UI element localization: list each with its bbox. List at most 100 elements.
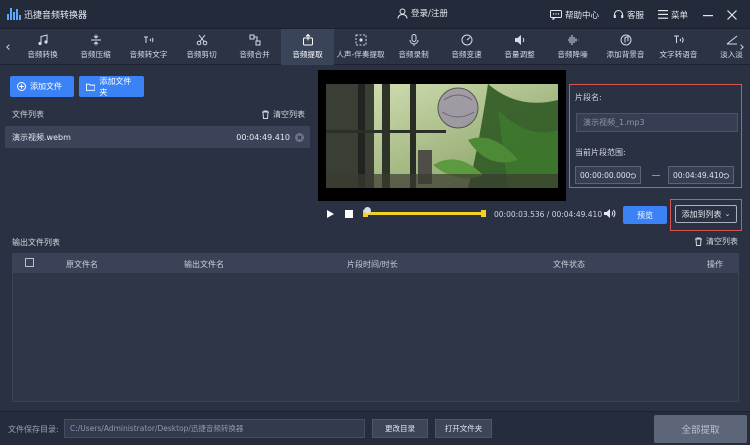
tool-denoise[interactable]: 音频降噪	[546, 29, 599, 65]
tool-volume[interactable]: 音量调整	[493, 29, 546, 65]
tool-text-to-speech[interactable]: 文字转语音	[652, 29, 705, 65]
selected-range[interactable]	[366, 212, 483, 215]
stop-icon[interactable]	[345, 210, 353, 218]
add-file-button[interactable]: 添加文件	[10, 76, 74, 97]
tool-label: 音频合并	[239, 50, 270, 59]
video-preview[interactable]	[318, 70, 566, 201]
menu-link[interactable]: 菜单	[657, 9, 688, 21]
player-controls: 00:00:03.536 / 00:04:49.410	[318, 204, 618, 224]
output-list-title: 输出文件列表	[12, 238, 60, 247]
extract-all-button[interactable]: 全部提取	[654, 415, 747, 443]
tool-label: 音频录制	[398, 50, 429, 59]
scroll-right-button[interactable]: ›	[735, 29, 749, 65]
tool-speed[interactable]: 音频变速	[440, 29, 493, 65]
tool-extract[interactable]: 音频提取	[281, 29, 334, 65]
clear-output-button[interactable]: 清空列表	[694, 236, 738, 247]
trash-icon	[695, 237, 702, 246]
col-clip-time: 片段时间/时长	[347, 260, 398, 269]
col-file-status: 文件状态	[553, 260, 585, 269]
add-file-label: 添加文件	[30, 82, 62, 91]
tool-label: 添加背景音	[606, 50, 645, 59]
tool-compress[interactable]: 音频压缩	[69, 29, 122, 65]
add-folder-button[interactable]: 添加文件夹	[79, 76, 144, 97]
tool-label: 文字转语音	[659, 50, 698, 59]
folder-icon	[86, 83, 96, 91]
tool-background-music[interactable]: 添加背景音	[599, 29, 652, 65]
volume-icon	[514, 34, 526, 46]
file-list-header: 文件列表 清空列表	[5, 104, 310, 125]
close-icon	[727, 9, 737, 20]
range-end-input[interactable]: 00:04:49.410	[668, 166, 734, 184]
file-duration: 00:04:49.410	[236, 132, 290, 142]
tool-audio-to-text[interactable]: 音频转文字	[122, 29, 175, 65]
chevron-right-icon: ›	[739, 39, 745, 55]
menu-icon	[657, 10, 668, 19]
tool-scissors[interactable]: 音频剪切	[175, 29, 228, 65]
tool-music-note[interactable]: 音频转换	[16, 29, 69, 65]
minimize-button[interactable]	[702, 9, 714, 21]
preview-button[interactable]: 预览	[623, 206, 667, 224]
tool-label: 音频变速	[451, 50, 482, 59]
add-to-list-label: 添加到列表	[681, 209, 722, 219]
tool-list: 音频转换 音频压缩 音频转文字 音频剪切 音频合并 音频提取 人声-伴奏提取 音频录制 音频变速…	[16, 29, 750, 65]
help-center-link[interactable]: 帮助中心	[549, 9, 599, 21]
open-folder-label: 打开文件夹	[444, 424, 483, 433]
speaker-icon	[604, 209, 616, 218]
open-folder-button[interactable]: 打开文件夹	[435, 419, 492, 438]
scissors-icon	[196, 34, 208, 46]
headset-icon	[613, 10, 624, 18]
reset-end-icon[interactable]	[723, 171, 730, 180]
microphone-icon	[408, 34, 420, 46]
clip-name-label: 片段名:	[575, 93, 602, 102]
chevron-left-icon: ‹	[5, 39, 11, 55]
video-frame-image	[318, 70, 566, 201]
app-logo-icon	[7, 8, 21, 20]
customer-service-link[interactable]: 客服	[613, 9, 644, 21]
range-end-value: 00:04:49.410	[673, 170, 724, 180]
tool-label: 音频转文字	[129, 50, 168, 59]
change-dir-button[interactable]: 更改目录	[372, 419, 428, 438]
file-list-label: 文件列表	[12, 110, 44, 119]
playback-time: 00:00:03.536 / 00:04:49.410	[494, 210, 602, 219]
clear-file-list-button[interactable]: 清空列表	[261, 109, 305, 120]
remove-file-icon[interactable]	[295, 132, 304, 142]
clear-file-list-label: 清空列表	[273, 110, 305, 119]
time-separator: /	[546, 210, 550, 219]
background-music-icon	[620, 34, 632, 46]
file-list-item[interactable]: 演示视频.webm 00:04:49.410	[5, 126, 310, 148]
denoise-icon	[567, 34, 579, 46]
tool-label: 音频提取	[292, 50, 323, 59]
clip-name-input[interactable]: 演示视频_1.mp3	[576, 113, 738, 132]
login-link[interactable]: 登录/注册	[397, 7, 448, 19]
play-icon[interactable]	[327, 210, 334, 218]
range-dash	[652, 175, 660, 176]
close-button[interactable]	[726, 9, 738, 21]
tool-microphone[interactable]: 音频录制	[387, 29, 440, 65]
help-chat-icon	[549, 9, 562, 20]
plus-circle-icon	[17, 82, 26, 91]
save-dir-input[interactable]: C:/Users/Administrator/Desktop/迅捷音频转换器	[64, 419, 365, 438]
extract-icon	[302, 34, 314, 46]
total-time: 00:04:49.410	[551, 210, 603, 219]
user-icon	[397, 8, 408, 19]
tool-merge[interactable]: 音频合并	[228, 29, 281, 65]
reset-start-icon[interactable]	[630, 171, 637, 180]
playhead-knob[interactable]	[364, 207, 371, 214]
range-start-value: 00:00:00.000	[580, 170, 631, 180]
output-table-header: 原文件名 输出文件名 片段时间/时长 文件状态 操作	[12, 253, 739, 273]
add-folder-label: 添加文件夹	[99, 76, 132, 97]
menu-label: 菜单	[670, 10, 688, 21]
trash-icon	[262, 110, 269, 119]
add-to-list-button[interactable]: 添加到列表 ⌄	[675, 205, 737, 223]
merge-icon	[249, 34, 261, 46]
extract-all-label: 全部提取	[681, 425, 720, 436]
range-end-handle[interactable]	[481, 210, 486, 217]
volume-button[interactable]	[603, 208, 616, 221]
login-label: 登录/注册	[411, 9, 448, 19]
scroll-left-button[interactable]: ‹	[1, 29, 15, 65]
tool-vocal-separate[interactable]: 人声-伴奏提取	[334, 29, 387, 65]
range-start-input[interactable]: 00:00:00.000	[575, 166, 641, 184]
select-all-checkbox[interactable]	[25, 258, 34, 267]
tool-label: 音频降噪	[557, 50, 588, 59]
bottom-bar: 文件保存目录: C:/Users/Administrator/Desktop/迅…	[0, 411, 750, 445]
